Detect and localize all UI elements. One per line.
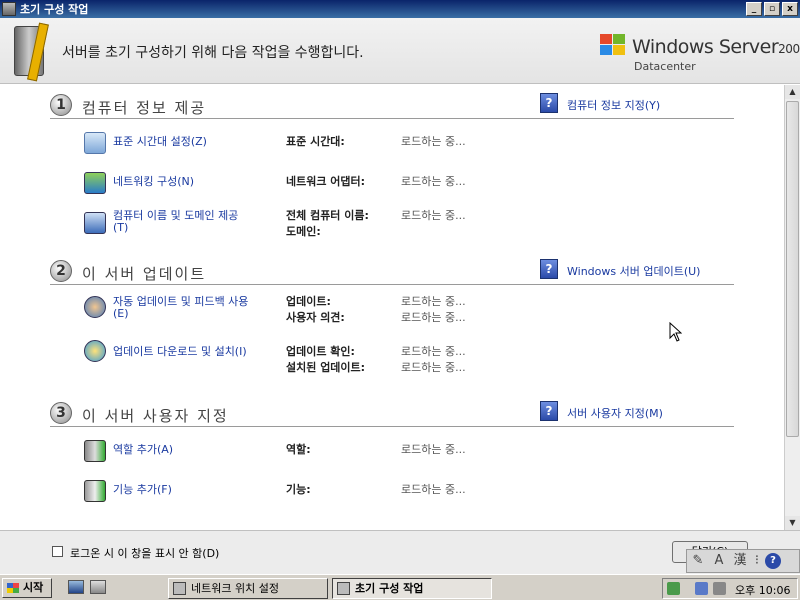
- section-update-server: 2 이 서버 업데이트 ? Windows 서버 업데이트(U): [50, 259, 734, 285]
- section-link-computer-info[interactable]: 컴퓨터 정보 지정(Y): [567, 97, 660, 113]
- section-customize-server: 3 이 서버 사용자 지정 ? 서버 사용자 지정(M): [50, 401, 734, 427]
- section-title: 이 서버 사용자 지정: [82, 407, 229, 425]
- task-value-check-updates: 로드하는 중...: [401, 345, 466, 358]
- initial-config-icon: [337, 582, 350, 595]
- task-link-networking[interactable]: 네트워킹 구성(N): [113, 176, 194, 188]
- task-label-check-updates: 업데이트 확인:: [286, 345, 355, 358]
- tray-network-icon[interactable]: [695, 582, 708, 595]
- maximize-button[interactable]: ▫: [764, 2, 780, 16]
- tray-clock[interactable]: 오후 10:06: [735, 582, 790, 598]
- task-label-domain: 도메인:: [286, 225, 321, 238]
- ime-hanja[interactable]: 漢: [731, 552, 749, 570]
- close-window-button[interactable]: x: [782, 2, 798, 16]
- section-number-badge: 3: [50, 402, 72, 424]
- window-title: 초기 구성 작업: [20, 3, 89, 16]
- task-value-features: 로드하는 중...: [401, 483, 466, 496]
- task-link-auto-update[interactable]: 자동 업데이트 및 피드백 사용 (E): [113, 296, 248, 320]
- add-roles-icon: [84, 440, 106, 462]
- network-location-icon: [173, 582, 186, 595]
- task-label-features: 기능:: [286, 483, 311, 496]
- window-controls: _ ▫ x: [746, 2, 798, 16]
- footer-bar: 로그온 시 이 창을 표시 안 함(D) 닫기(C): [0, 530, 800, 574]
- task-label-installed-updates: 설치된 업데이트:: [286, 361, 366, 374]
- task-label-feedback: 사용자 의견:: [286, 311, 345, 324]
- task-label-network-adapter: 네트워크 어댑터:: [286, 175, 366, 188]
- task-link-computer-name[interactable]: 컴퓨터 이름 및 도메인 제공 (T): [113, 210, 238, 234]
- task-value-installed-updates: 로드하는 중...: [401, 361, 466, 374]
- task-link-timezone[interactable]: 표준 시간대 설정(Z): [113, 136, 207, 148]
- logo-edition: Datacenter: [634, 60, 696, 73]
- ime-help-icon[interactable]: ?: [765, 553, 781, 569]
- clock-icon: [84, 132, 106, 154]
- task-link-add-features[interactable]: 기능 추가(F): [113, 484, 172, 496]
- ime-pen-icon[interactable]: ✎: [689, 552, 707, 570]
- task-value-updates: 로드하는 중...: [401, 295, 466, 308]
- section-computer-info: 1 컴퓨터 정보 제공 ? 컴퓨터 정보 지정(Y): [50, 93, 734, 119]
- system-tray: 오후 10:06: [662, 578, 798, 599]
- task-value-roles: 로드하는 중...: [401, 443, 466, 456]
- network-icon: [84, 172, 106, 194]
- users-icon: [84, 296, 106, 318]
- tray-volume-icon[interactable]: [713, 582, 726, 595]
- section-title: 컴퓨터 정보 제공: [82, 99, 207, 117]
- ime-menu-icon[interactable]: ⁝: [752, 552, 762, 570]
- task-value-feedback: 로드하는 중...: [401, 311, 466, 324]
- task-value-full-computer-name: 로드하는 중...: [401, 209, 466, 222]
- task-value-timezone: 로드하는 중...: [401, 135, 466, 148]
- section-title: 이 서버 업데이트: [82, 265, 207, 283]
- taskbar: 시작 네트워크 위치 설정 초기 구성 작업 오후 10:06: [0, 574, 800, 600]
- task-label-timezone: 표준 시간대:: [286, 135, 345, 148]
- section-link-customize-server[interactable]: 서버 사용자 지정(M): [567, 405, 663, 421]
- windows-server-logo: Windows Server2008 Datacenter: [600, 34, 800, 78]
- app-icon: [2, 2, 16, 16]
- section-link-windows-update[interactable]: Windows 서버 업데이트(U): [567, 263, 700, 279]
- section-number-badge: 2: [50, 260, 72, 282]
- ime-mode-a[interactable]: A: [710, 552, 728, 570]
- scroll-down-arrow[interactable]: ▼: [785, 516, 800, 530]
- taskbar-button-network-location[interactable]: 네트워크 위치 설정: [168, 578, 328, 599]
- add-features-icon: [84, 480, 106, 502]
- help-book-icon: ?: [540, 259, 558, 279]
- task-link-add-roles[interactable]: 역할 추가(A): [113, 444, 173, 456]
- header-banner: 서버를 초기 구성하기 위해 다음 작업을 수행합니다. Windows Ser…: [0, 18, 800, 84]
- help-book-icon: ?: [540, 401, 558, 421]
- server-manager-icon[interactable]: [90, 580, 106, 594]
- tasks-panel: 1 컴퓨터 정보 제공 ? 컴퓨터 정보 지정(Y) 표준 시간대 설정(Z) …: [0, 85, 784, 530]
- windows-flag-icon: [600, 34, 628, 58]
- instruction-text: 서버를 초기 구성하기 위해 다음 작업을 수행합니다.: [62, 45, 364, 61]
- scroll-thumb[interactable]: [786, 101, 799, 437]
- task-label-full-computer-name: 전체 컴퓨터 이름:: [286, 209, 369, 222]
- mouse-cursor-icon: [669, 322, 682, 342]
- task-label-roles: 역할:: [286, 443, 311, 456]
- show-desktop-icon[interactable]: [68, 580, 84, 594]
- scroll-up-arrow[interactable]: ▲: [785, 85, 800, 99]
- taskbar-button-initial-config[interactable]: 초기 구성 작업: [332, 578, 492, 599]
- windows-update-icon: [84, 340, 106, 362]
- section-number-badge: 1: [50, 94, 72, 116]
- title-bar: 초기 구성 작업 _ ▫ x: [0, 0, 800, 18]
- task-link-download-updates[interactable]: 업데이트 다운로드 및 설치(I): [113, 346, 247, 358]
- help-book-icon: ?: [540, 93, 558, 113]
- minimize-button[interactable]: _: [746, 2, 762, 16]
- dont-show-checkbox-label[interactable]: 로그온 시 이 창을 표시 안 함(D): [70, 545, 219, 561]
- tray-security-icon[interactable]: [667, 582, 680, 595]
- logo-wordmark: Windows Server2008: [632, 36, 800, 58]
- task-value-network-adapter: 로드하는 중...: [401, 175, 466, 188]
- tools-icon: [14, 26, 44, 76]
- start-button[interactable]: 시작: [2, 578, 52, 598]
- task-label-updates: 업데이트:: [286, 295, 331, 308]
- vertical-scrollbar[interactable]: ▲ ▼: [784, 85, 800, 530]
- ime-language-bar: ✎ A 漢 ⁝ ?: [686, 549, 800, 573]
- dont-show-checkbox[interactable]: [52, 546, 63, 557]
- computer-icon: [84, 212, 106, 234]
